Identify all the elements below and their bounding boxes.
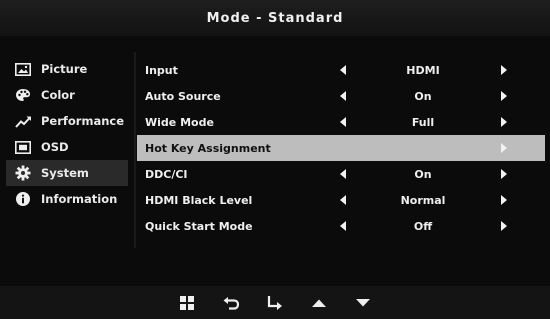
setting-value: Off: [413, 219, 433, 233]
osd-icon: [14, 139, 32, 155]
sidebar-item-picture[interactable]: Picture: [6, 56, 128, 82]
back-icon[interactable]: [209, 291, 253, 315]
left-arrow-icon[interactable]: [340, 65, 346, 75]
setting-row-hdmi-black-level[interactable]: HDMI Black Level Normal: [137, 187, 545, 213]
gear-icon: [14, 165, 32, 181]
setting-label: Input: [145, 63, 178, 77]
settings-list: Input HDMI Auto Source On Wide Mode Full…: [137, 57, 545, 239]
setting-label: Quick Start Mode: [145, 219, 253, 233]
setting-value: HDMI: [406, 63, 440, 77]
palette-icon: [14, 87, 32, 103]
sidebar-item-performance[interactable]: Performance: [6, 108, 128, 134]
right-arrow-icon[interactable]: [501, 221, 507, 231]
setting-value: On: [414, 167, 432, 181]
right-arrow-icon[interactable]: [501, 117, 507, 127]
setting-row-quick-start-mode[interactable]: Quick Start Mode Off: [137, 213, 545, 239]
sidebar-item-osd[interactable]: OSD: [6, 134, 128, 160]
info-icon: [14, 191, 32, 207]
left-arrow-icon[interactable]: [340, 91, 346, 101]
left-arrow-icon[interactable]: [340, 195, 346, 205]
setting-value: On: [414, 89, 432, 103]
setting-value: Full: [411, 115, 435, 129]
left-arrow-icon[interactable]: [340, 117, 346, 127]
up-arrow-icon[interactable]: [297, 291, 341, 315]
sidebar-item-label: Picture: [41, 62, 88, 76]
setting-row-input[interactable]: Input HDMI: [137, 57, 545, 83]
setting-label: Hot Key Assignment: [145, 141, 271, 155]
setting-row-hot-key-assignment[interactable]: Hot Key Assignment: [137, 135, 545, 161]
sidebar-item-color[interactable]: Color: [6, 82, 128, 108]
divider: [134, 52, 136, 248]
sidebar-item-label: OSD: [41, 140, 69, 154]
setting-label: HDMI Black Level: [145, 193, 253, 207]
sidebar-item-information[interactable]: Information: [6, 186, 128, 212]
menu-grid-icon[interactable]: [165, 291, 209, 315]
sidebar-item-label: Performance: [41, 114, 125, 128]
right-arrow-icon[interactable]: [501, 143, 507, 153]
setting-label: Wide Mode: [145, 115, 214, 129]
picture-icon: [14, 61, 32, 77]
setting-row-auto-source[interactable]: Auto Source On: [137, 83, 545, 109]
sidebar: Picture Color Performance OSD System Inf…: [6, 56, 128, 212]
sidebar-item-label: Information: [41, 192, 118, 206]
navigation-key-bar: [0, 286, 550, 319]
down-arrow-icon[interactable]: [341, 291, 385, 315]
mode-title: Mode - Standard: [0, 0, 550, 36]
enter-icon[interactable]: [253, 291, 297, 315]
osd-menu: Mode - Standard Picture Color Performanc…: [0, 0, 550, 319]
left-arrow-icon[interactable]: [340, 169, 346, 179]
setting-label: DDC/CI: [145, 167, 188, 181]
sidebar-item-system[interactable]: System: [6, 160, 128, 186]
setting-value: Normal: [400, 193, 446, 207]
sidebar-item-label: Color: [41, 88, 75, 102]
right-arrow-icon[interactable]: [501, 91, 507, 101]
right-arrow-icon[interactable]: [501, 169, 507, 179]
setting-label: Auto Source: [145, 89, 221, 103]
performance-icon: [14, 113, 32, 129]
right-arrow-icon[interactable]: [501, 195, 507, 205]
right-arrow-icon[interactable]: [501, 65, 507, 75]
setting-row-ddc-ci[interactable]: DDC/CI On: [137, 161, 545, 187]
left-arrow-icon[interactable]: [340, 221, 346, 231]
sidebar-item-label: System: [41, 166, 89, 180]
setting-row-wide-mode[interactable]: Wide Mode Full: [137, 109, 545, 135]
